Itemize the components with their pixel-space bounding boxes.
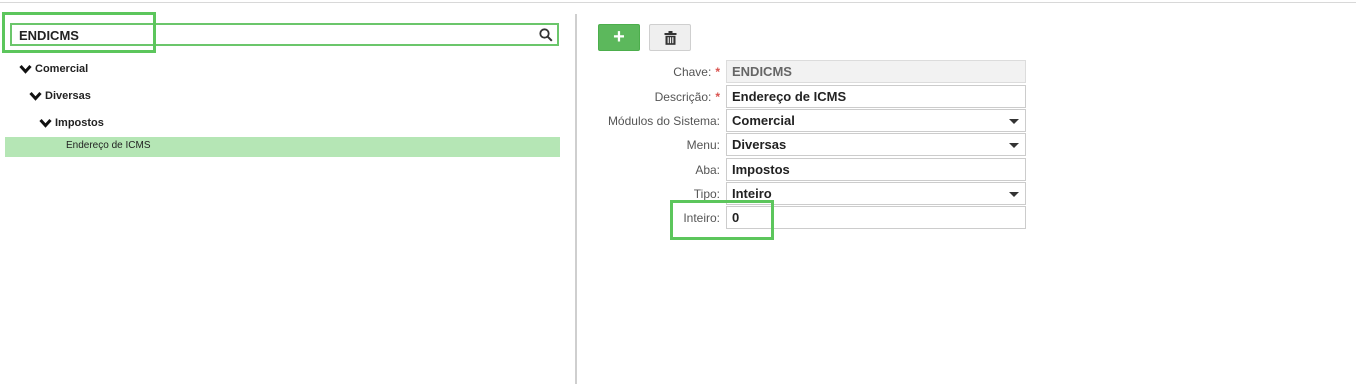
chave-label: Chave: *: [673, 65, 720, 79]
descricao-label: Descrição: *: [654, 90, 720, 104]
search-highlight-box: [2, 12, 156, 53]
chevron-down-icon[interactable]: [39, 118, 52, 128]
aba-label: Aba:: [695, 163, 720, 177]
search-icon[interactable]: [539, 28, 553, 42]
menu-select[interactable]: Diversas: [726, 133, 1026, 156]
chave-value: ENDICMS: [732, 64, 792, 79]
tipo-value[interactable]: Inteiro: [732, 186, 772, 201]
aba-value[interactable]: Impostos: [732, 162, 790, 177]
chave-field: ENDICMS: [726, 60, 1026, 83]
required-marker: *: [715, 90, 720, 104]
descricao-value[interactable]: Endereço de ICMS: [732, 89, 846, 104]
add-button[interactable]: +: [598, 24, 640, 51]
tree-leaf-selected[interactable]: Endereço de ICMS: [5, 137, 560, 157]
tipo-label: Tipo:: [693, 187, 720, 201]
tree-node-label: Impostos: [55, 117, 104, 129]
aba-field[interactable]: Impostos: [726, 158, 1026, 181]
caret-down-icon[interactable]: [1009, 192, 1019, 197]
delete-button[interactable]: [649, 24, 691, 51]
caret-down-icon[interactable]: [1009, 143, 1019, 148]
menu-label: Menu:: [686, 138, 720, 152]
modulos-select[interactable]: Comercial: [726, 109, 1026, 132]
chevron-down-icon[interactable]: [29, 91, 42, 101]
tree-leaf-label: Endereço de ICMS: [66, 140, 151, 151]
modulos-label: Módulos do Sistema:: [607, 114, 720, 128]
caret-down-icon[interactable]: [1009, 119, 1019, 124]
top-border: [0, 2, 1356, 3]
tree-node-comercial[interactable]: Comercial: [19, 61, 88, 77]
tree-node-label: Diversas: [45, 90, 91, 102]
panel-divider[interactable]: [575, 14, 577, 384]
tree-node-diversas[interactable]: Diversas: [29, 88, 91, 104]
required-marker: *: [715, 65, 720, 79]
tree-node-impostos[interactable]: Impostos: [39, 115, 104, 131]
descricao-field[interactable]: Endereço de ICMS: [726, 85, 1026, 108]
inteiro-highlight-box: [670, 200, 774, 240]
chevron-down-icon[interactable]: [19, 64, 32, 74]
menu-value[interactable]: Diversas: [732, 137, 786, 152]
trash-icon: [664, 31, 677, 45]
modulos-value[interactable]: Comercial: [732, 113, 795, 128]
tree-node-label: Comercial: [35, 63, 89, 75]
